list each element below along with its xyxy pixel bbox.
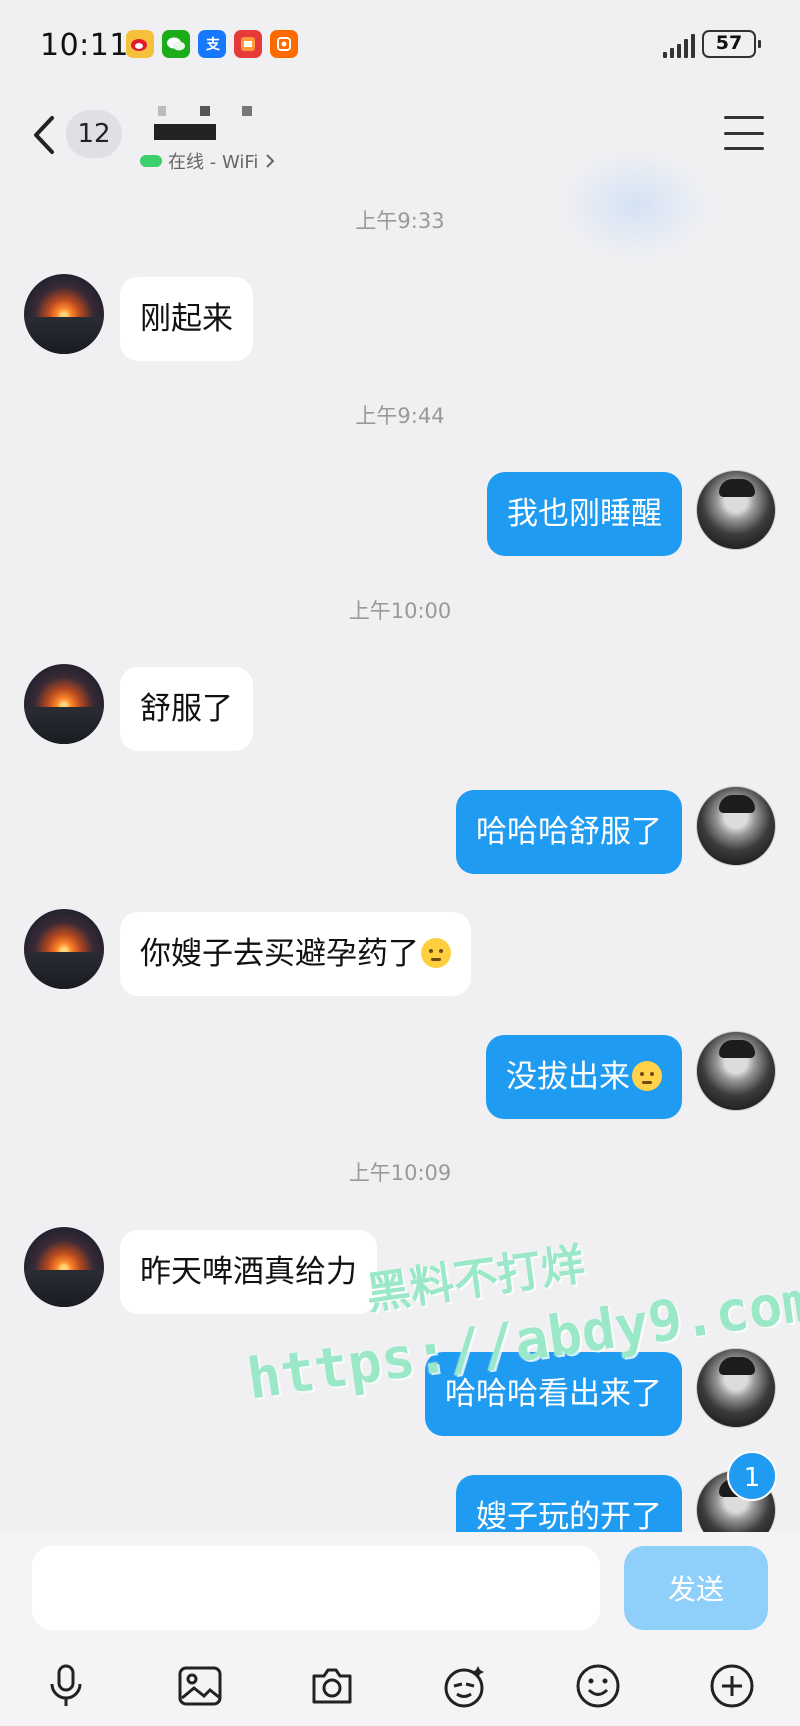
outgoing-message[interactable]: 哈哈哈舒服了 bbox=[456, 790, 682, 874]
sweat-emoji-icon bbox=[421, 938, 451, 968]
chevron-right-icon bbox=[266, 154, 275, 168]
outgoing-message[interactable]: 我也刚睡醒 bbox=[487, 472, 682, 556]
image-icon[interactable] bbox=[176, 1662, 224, 1710]
incoming-message[interactable]: 刚起来 bbox=[120, 277, 253, 361]
composer-bar: 发送 bbox=[0, 1532, 800, 1726]
timestamp: 上午10:09 bbox=[348, 1161, 452, 1185]
alipay-icon: 支 bbox=[198, 30, 226, 58]
status-time: 10:11 bbox=[40, 28, 129, 63]
microphone-icon[interactable] bbox=[42, 1662, 90, 1710]
camera-icon[interactable] bbox=[308, 1662, 356, 1710]
timestamp: 上午10:00 bbox=[348, 599, 452, 623]
send-button[interactable]: 发送 bbox=[624, 1546, 768, 1630]
menu-icon bbox=[724, 116, 764, 119]
battery-icon: 57 bbox=[702, 30, 761, 58]
weibo-icon bbox=[126, 30, 154, 58]
awkward-emoji-icon bbox=[632, 1061, 662, 1091]
incoming-message[interactable]: 昨天啤酒真给力 bbox=[120, 1230, 377, 1314]
menu-button[interactable] bbox=[724, 116, 764, 150]
my-avatar[interactable] bbox=[696, 470, 776, 550]
svg-text:支: 支 bbox=[205, 36, 221, 53]
signal-icon bbox=[663, 32, 695, 58]
chevron-left-icon bbox=[34, 116, 54, 154]
chat-header: 12 在线 - WiFi bbox=[0, 90, 800, 260]
orange-app-icon bbox=[270, 30, 298, 58]
my-avatar[interactable] bbox=[696, 1031, 776, 1111]
online-dot-icon bbox=[140, 155, 162, 167]
sticker-icon[interactable] bbox=[440, 1662, 488, 1710]
input-toolbar bbox=[0, 1650, 800, 1720]
message-input[interactable] bbox=[32, 1546, 600, 1630]
plus-icon[interactable] bbox=[708, 1662, 756, 1710]
incoming-message[interactable]: 舒服了 bbox=[120, 667, 253, 751]
status-bar: 10:11 支 57 bbox=[0, 0, 800, 90]
wechat-icon bbox=[162, 30, 190, 58]
contact-avatar[interactable] bbox=[24, 664, 104, 744]
timestamp: 上午9:44 bbox=[355, 404, 445, 428]
my-avatar[interactable] bbox=[696, 1348, 776, 1428]
contact-name-redacted bbox=[150, 106, 260, 140]
new-message-badge[interactable]: 1 bbox=[727, 1451, 777, 1501]
outgoing-message[interactable]: 哈哈哈看出来了 bbox=[425, 1352, 682, 1436]
back-button[interactable] bbox=[26, 110, 66, 160]
contact-avatar[interactable] bbox=[24, 274, 104, 354]
contact-status-text: 在线 - WiFi bbox=[168, 152, 259, 173]
my-avatar[interactable] bbox=[696, 786, 776, 866]
emoji-icon[interactable] bbox=[574, 1662, 622, 1710]
incoming-message[interactable]: 你嫂子去买避孕药了 bbox=[120, 912, 471, 996]
outgoing-message[interactable]: 没拔出来 bbox=[486, 1035, 682, 1119]
notification-icons: 支 bbox=[126, 30, 298, 58]
watermark-text: 黑料不打烊 bbox=[363, 1238, 589, 1321]
contact-online-status: 在线 - WiFi bbox=[140, 148, 276, 174]
contact-avatar[interactable] bbox=[24, 1227, 104, 1307]
contact-avatar[interactable] bbox=[24, 909, 104, 989]
unread-count-badge[interactable]: 12 bbox=[66, 110, 122, 158]
shopping-app-icon bbox=[234, 30, 262, 58]
timestamp: 上午9:33 bbox=[355, 209, 445, 233]
